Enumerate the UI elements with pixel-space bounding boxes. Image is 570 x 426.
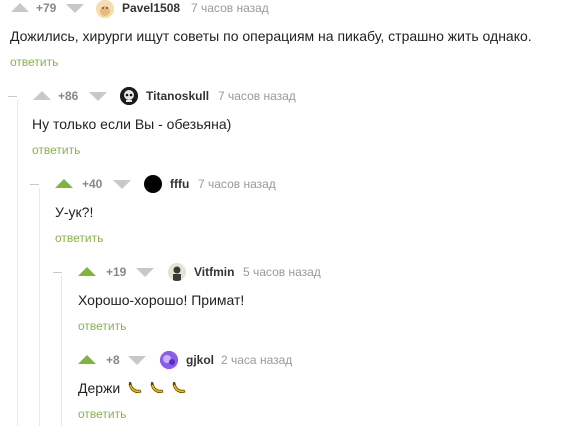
thread-line	[39, 188, 40, 426]
banana-icon	[128, 382, 142, 393]
comment-time: 7 часов назад	[198, 177, 276, 191]
reply-link[interactable]: ответить	[55, 231, 103, 245]
reply-link[interactable]: ответить	[32, 143, 80, 157]
reply-link[interactable]: ответить	[78, 319, 126, 333]
comment-time: 2 часа назад	[221, 353, 293, 367]
avatar[interactable]	[160, 351, 178, 369]
collapse-toggle[interactable]	[8, 96, 17, 97]
comment-time: 7 часов назад	[218, 89, 296, 103]
upvote-arrow-icon[interactable]	[55, 179, 73, 188]
comment-rating: +19	[106, 265, 127, 279]
comment-time: 5 часов назад	[243, 265, 321, 279]
collapse-toggle[interactable]	[53, 272, 62, 273]
downvote-arrow-icon[interactable]	[66, 4, 84, 13]
comment-author[interactable]: Pavel1508	[122, 1, 180, 15]
upvote-arrow-icon[interactable]	[33, 91, 51, 100]
comment-rating: +8	[106, 353, 120, 367]
banana-icon	[172, 382, 186, 393]
thread-line	[17, 100, 18, 426]
comment-rating: +86	[58, 89, 79, 103]
avatar[interactable]	[96, 0, 114, 18]
comment-rating: +40	[82, 177, 103, 191]
upvote-arrow-icon[interactable]	[78, 355, 96, 364]
collapse-toggle[interactable]	[30, 184, 39, 185]
avatar[interactable]	[168, 263, 186, 281]
comment-text: Держи	[78, 379, 186, 397]
comment-time: 7 часов назад	[191, 1, 269, 15]
comment-text-content: Держи	[78, 380, 121, 396]
comment-author[interactable]: fffu	[170, 177, 189, 191]
upvote-arrow-icon[interactable]	[11, 3, 29, 12]
downvote-arrow-icon[interactable]	[136, 268, 154, 277]
comment-text: Дожились, хирурги ищут советы по операци…	[10, 28, 532, 44]
reply-link[interactable]: ответить	[10, 55, 58, 69]
downvote-arrow-icon[interactable]	[89, 92, 107, 101]
downvote-arrow-icon[interactable]	[128, 356, 146, 365]
comment-text: Хорошо-хорошо! Примат!	[78, 292, 245, 308]
comment-text: У-ук?!	[55, 204, 94, 220]
upvote-arrow-icon[interactable]	[78, 267, 96, 276]
avatar[interactable]	[120, 87, 138, 105]
comment-author[interactable]: gjkol	[186, 353, 214, 367]
downvote-arrow-icon[interactable]	[113, 180, 131, 189]
avatar[interactable]	[144, 175, 162, 193]
comment-rating: +79	[36, 1, 57, 15]
comment-author[interactable]: Vitfmin	[194, 265, 234, 279]
thread-line	[61, 276, 62, 426]
banana-icon	[150, 382, 164, 393]
comment-author[interactable]: Titanoskull	[146, 89, 209, 103]
comment-text: Ну только если Вы - обезьяна)	[32, 116, 232, 132]
reply-link[interactable]: ответить	[78, 407, 126, 421]
